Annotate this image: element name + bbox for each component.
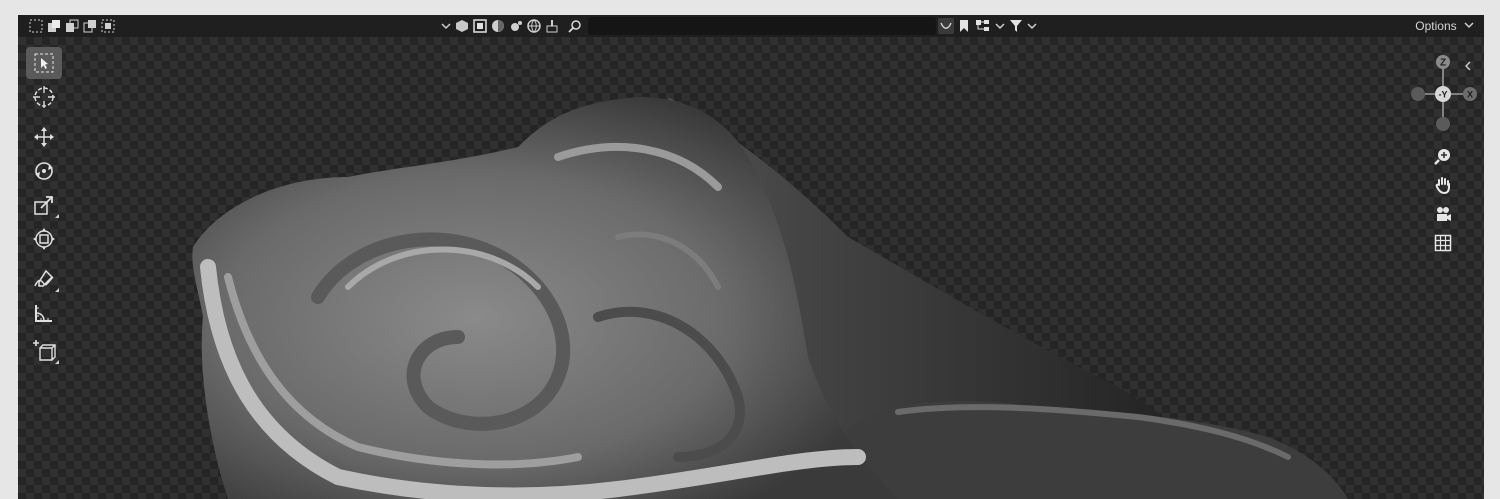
options-label: Options: [1415, 19, 1457, 33]
navigation-gizmo: Z -Y X: [1394, 37, 1484, 277]
measure-icon: [35, 305, 52, 322]
chevron-left-icon[interactable]: [1456, 54, 1480, 78]
chevron-down-icon[interactable]: [438, 18, 454, 34]
filter-funnel-icon[interactable]: [1008, 18, 1024, 34]
paint-filter-icon[interactable]: [544, 18, 560, 34]
select-new-icon[interactable]: [28, 18, 44, 34]
gizmo-x-label: X: [1467, 90, 1473, 100]
annotate-icon: [34, 269, 54, 287]
options-menu[interactable]: Options: [1415, 18, 1474, 34]
chevron-down-icon[interactable]: [992, 18, 1008, 34]
camera-view-icon[interactable]: [1431, 202, 1455, 226]
hierarchy-icon[interactable]: [975, 18, 991, 34]
bookmark-icon[interactable]: [956, 18, 972, 34]
cursor-icon: [33, 86, 55, 108]
sculpture-render: [192, 97, 1348, 499]
collapse-icon[interactable]: [938, 18, 954, 34]
annotate-tool[interactable]: [26, 263, 62, 295]
transform-icon: [33, 228, 55, 250]
select-extend-icon[interactable]: [46, 18, 62, 34]
cursor-tool[interactable]: [26, 81, 62, 113]
light-filter-icon[interactable]: [508, 18, 524, 34]
add-cube-icon: [33, 340, 56, 361]
chevron-down-icon: [1464, 22, 1474, 29]
measure-tool[interactable]: [26, 297, 62, 329]
zoom-icon[interactable]: [1431, 144, 1455, 168]
select-difference-icon[interactable]: [82, 18, 98, 34]
gizmo-y-label: -Y: [1439, 90, 1448, 100]
grid-view-icon[interactable]: [1431, 231, 1455, 255]
search-icon[interactable]: [567, 18, 583, 34]
scale-icon: [34, 196, 53, 215]
move-tool[interactable]: [26, 121, 62, 153]
viewport-header: Options: [18, 15, 1484, 38]
blender-window: Options Z -Y X: [18, 15, 1484, 499]
add-cube-tool[interactable]: [26, 335, 62, 367]
transform-tool[interactable]: [26, 223, 62, 255]
chevron-down-icon[interactable]: [1024, 18, 1040, 34]
rotate-tool[interactable]: [26, 155, 62, 187]
select-subtract-icon[interactable]: [64, 18, 80, 34]
world-filter-icon[interactable]: [526, 18, 542, 34]
select-intersect-icon[interactable]: [100, 18, 116, 34]
tool-submenu-indicator: [55, 360, 59, 364]
rotate-icon: [35, 162, 53, 180]
tool-submenu-indicator: [55, 288, 59, 292]
tool-submenu-indicator: [55, 214, 59, 218]
search-input[interactable]: [588, 17, 936, 35]
object-filter-icon[interactable]: [472, 18, 488, 34]
select-box-tool[interactable]: [26, 47, 62, 79]
material-filter-icon[interactable]: [490, 18, 506, 34]
mesh-filter-icon[interactable]: [454, 18, 470, 34]
scale-tool[interactable]: [26, 189, 62, 221]
gizmo-z-label: Z: [1440, 58, 1446, 69]
select-box-icon: [34, 53, 54, 73]
move-icon: [34, 127, 54, 147]
hand-pan-icon[interactable]: [1431, 173, 1455, 197]
